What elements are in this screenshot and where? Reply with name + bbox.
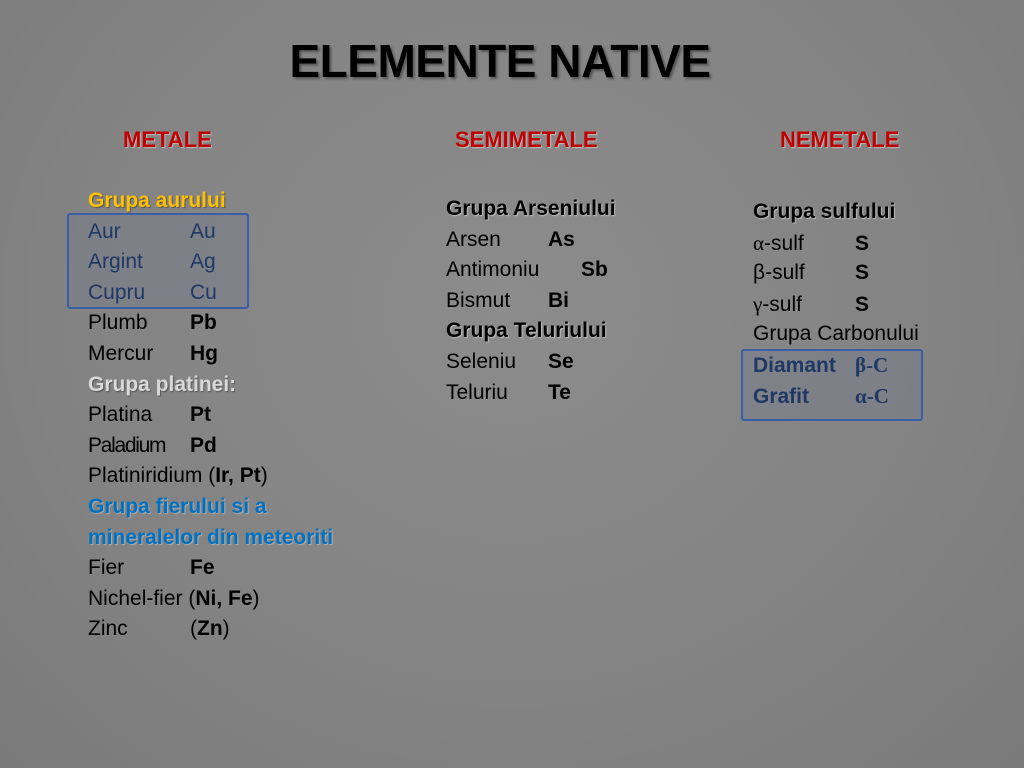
group-label-sulf: Grupa sulfului (753, 200, 896, 223)
element-paren: ) (222, 617, 230, 641)
element-row: Paladium Pd (88, 431, 333, 462)
element-symbol: Se (548, 349, 574, 373)
element-symbol: Pd (190, 433, 217, 457)
element-name: Nichel-fier ( (88, 586, 196, 610)
element-symbol: Ni, Fe (195, 586, 253, 610)
element-row: β-sulf S (753, 258, 919, 289)
column-semimetale: Grupa Arseniului Arsen As Antimoniu Sb Bis… (446, 194, 616, 408)
element-name: Bismut (446, 288, 511, 312)
element-row: Arsen As (446, 225, 616, 256)
element-symbol: S (855, 231, 870, 255)
element-row: Nichel-fier (Ni, Fe) (88, 584, 333, 615)
heading-semimetale: SEMIMETALE (455, 127, 598, 152)
greek-prefix: β (753, 261, 766, 285)
element-row: γ-sulf S (753, 289, 919, 320)
group-label-teluriu: Grupa Teluriului (446, 319, 607, 343)
greek-prefix: γ (753, 291, 763, 316)
element-name: Teluriu (446, 380, 508, 404)
element-row: Grafit α-C (753, 381, 919, 412)
element-row: Argint Ag (88, 247, 333, 278)
element-symbol: S (855, 292, 870, 316)
element-symbol: Hg (190, 341, 218, 365)
element-row: Cupru Cu (88, 278, 333, 309)
element-name: Antimoniu (446, 258, 540, 282)
element-name: Fier (88, 556, 125, 580)
element-row: Antimoniu Sb (446, 255, 616, 286)
greek-prefix: α (753, 230, 765, 255)
element-row: Fier Fe (88, 553, 333, 584)
element-row: Aur Au (88, 217, 333, 248)
element-symbol: β-C (855, 352, 889, 377)
group-label-arseniu: Grupa Arseniului (446, 197, 616, 220)
element-symbol: As (548, 227, 575, 251)
column-metale: Grupa aurului Aur Au Argint Ag Cupru Cu Plu… (88, 186, 333, 645)
element-symbol: Bi (548, 288, 569, 312)
group-label-platina: Grupa platinei: (88, 372, 237, 396)
element-name: Platina (88, 403, 153, 427)
element-row: Plumb Pb (88, 308, 333, 339)
element-symbol: Zn (197, 617, 223, 641)
column-nemetale: Grupa sulfului α-sulf S β-sulf S γ-sulf S G… (753, 197, 919, 411)
element-name: Diamant (753, 353, 836, 377)
element-symbol: Ir, Pt (215, 464, 261, 488)
element-symbol: Au (190, 219, 216, 243)
heading-nemetale: NEMETALE (780, 127, 900, 152)
element-row: α-sulf S (753, 228, 919, 259)
element-name: Argint (88, 250, 143, 274)
element-row: Platina Pt (88, 400, 333, 431)
element-name: Cupru (88, 280, 146, 304)
element-symbol: Pt (190, 403, 211, 427)
element-name: Aur (88, 219, 121, 243)
element-symbol: Te (548, 380, 571, 404)
element-name: Zinc (88, 617, 128, 641)
element-name: Mercur (88, 341, 154, 365)
element-name: -sulf (764, 231, 804, 255)
element-paren: ) (260, 464, 268, 488)
element-symbol: α-C (855, 383, 889, 408)
element-name: Platiniridium ( (88, 464, 216, 488)
group-label-fier-line1: Grupa fierului si a (88, 494, 267, 518)
element-symbol: Sb (581, 258, 608, 282)
group-label-aur: Grupa aurului (88, 189, 226, 212)
element-name: -sulf (765, 261, 805, 285)
heading-metale: METALE (123, 127, 212, 152)
element-paren: ) (252, 586, 260, 610)
element-name: -sulf (762, 292, 802, 316)
element-row: Diamant β-C (753, 350, 919, 381)
element-row: Seleniu Se (446, 347, 616, 378)
element-name: Plumb (88, 311, 148, 335)
element-symbol: S (855, 261, 870, 285)
element-row: Teluriu Te (446, 378, 616, 409)
element-name: Paladium (88, 433, 166, 457)
element-name: Arsen (446, 227, 501, 251)
element-name: Seleniu (446, 349, 517, 373)
element-symbol: Ag (190, 250, 216, 274)
element-row: Mercur Hg (88, 339, 333, 370)
group-label-fier-line2: mineralelor din meteoriti (88, 525, 334, 549)
page-title: ELEMENTE NATIVE (289, 35, 711, 87)
element-symbol: Fe (190, 556, 215, 580)
element-symbol: Pb (190, 311, 217, 335)
element-name: Grafit (753, 384, 810, 408)
element-row: Platiniridium (Ir, Pt) (88, 461, 333, 492)
element-paren: ( (190, 617, 197, 641)
group-label-carbon: Grupa Carbonului (753, 322, 919, 346)
element-row: Bismut Bi (446, 286, 616, 317)
element-row: Zinc (Zn) (88, 614, 333, 645)
element-symbol: Cu (190, 280, 217, 304)
